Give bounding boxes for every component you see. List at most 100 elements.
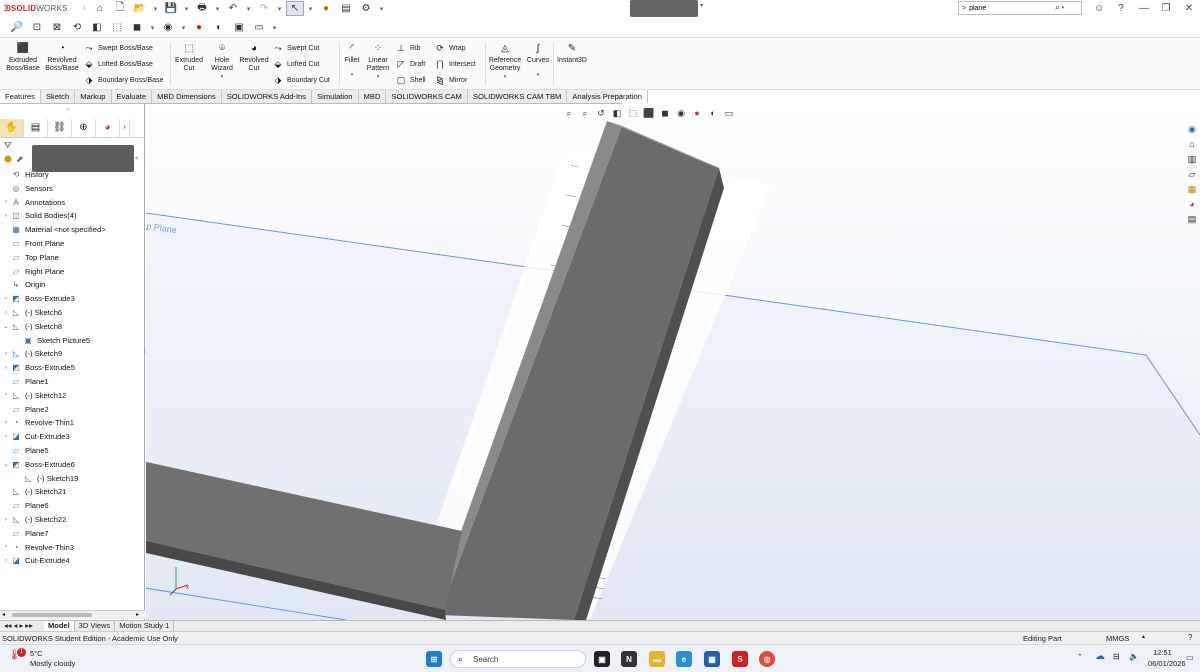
expand-icon[interactable]: › [2, 296, 10, 302]
units-dropdown-icon[interactable]: ▴ [1142, 633, 1145, 640]
tree-item[interactable]: › ◺ (-) Sketch22 [0, 513, 145, 526]
curves-dropdown-icon[interactable]: ▾ [537, 71, 540, 79]
chrome-browser-icon[interactable]: ◎ [759, 651, 775, 667]
tray-overflow-icon[interactable]: ⌃ [1077, 653, 1083, 661]
search-box[interactable]: > ⌕▾ [958, 1, 1082, 15]
tab-scroll-arrows[interactable]: ◂◂ ◂ ▸ ▸▸ [0, 621, 44, 631]
tab-analysis-preparation[interactable]: Analysis Preparation [567, 90, 649, 103]
tree-item[interactable]: ◺ (-) Sketch21 [0, 485, 145, 498]
reference-geometry-dropdown-icon[interactable]: ▾ [504, 73, 507, 81]
expand-icon[interactable]: › [2, 351, 10, 357]
tree-item[interactable]: ▱ Plane5 [0, 444, 145, 457]
tree-item[interactable]: ▣ Sketch Picture5 [0, 334, 145, 347]
expand-icon[interactable]: › [2, 213, 10, 219]
tab-simulation[interactable]: Simulation [312, 90, 359, 103]
undo-dropdown-icon[interactable]: ▾ [244, 1, 253, 16]
status-help-icon[interactable]: ? [1188, 633, 1192, 642]
tree-item[interactable]: › ◪ Cut-Extrude4 [0, 554, 145, 567]
tab-markup[interactable]: Markup [75, 90, 112, 103]
revolved-cut-button[interactable]: ◕ Revolved Cut [237, 43, 271, 73]
horizontal-scrollbar[interactable]: ◂ ▸ [0, 610, 145, 619]
lofted-boss-base-button[interactable]: ⬙ Lofted Boss/Base [83, 57, 153, 71]
options-gear-icon[interactable]: ⚙ [357, 1, 375, 16]
expand-icon[interactable]: › [2, 544, 10, 550]
tabs-scroll-icon[interactable]: › [120, 118, 130, 137]
tree-item[interactable]: ▱ Top Plane [0, 251, 145, 264]
section-view-icon[interactable]: ◧ [88, 20, 106, 35]
tree-item[interactable]: › A Annotations [0, 196, 145, 209]
view-palette-icon[interactable]: ▱ [1185, 167, 1199, 181]
curves-button[interactable]: ∫ Curves ▾ [525, 43, 551, 79]
search-icon[interactable]: ⌕ [1055, 3, 1059, 13]
open-icon[interactable]: 📂 [131, 1, 149, 16]
units-selector[interactable]: MMGS [1106, 634, 1129, 643]
linear-pattern-button[interactable]: ⁘ Linear Pattern ▾ [364, 43, 392, 81]
appearances-icon[interactable]: ▦ [1185, 182, 1199, 196]
options-dropdown-icon[interactable]: ▾ [377, 1, 386, 16]
new-document-icon[interactable]: 🗋 [111, 1, 129, 16]
scenes-icon[interactable]: ◕ [1185, 197, 1199, 211]
taskbar-search[interactable]: ⌕ Search [450, 650, 586, 668]
zoom-area-icon[interactable]: ⊠ [48, 20, 66, 35]
monitor-icon[interactable]: ▭ [250, 20, 268, 35]
graphics-area[interactable]: p Plane ⌕ ⌕ ↺ ◧ ⬚ ⬛ ◼ ◉ ● ◐ ▭ ◧ ◨ — ❐ ✕ … [146, 105, 1200, 620]
monitor-dropdown-icon[interactable]: ▾ [270, 20, 279, 35]
onedrive-icon[interactable]: ☁ [1095, 651, 1105, 662]
expand-icon[interactable]: › [2, 310, 10, 316]
search-input[interactable] [969, 4, 1050, 12]
custom-properties-icon[interactable]: ▤ [1185, 212, 1199, 226]
undo-icon[interactable]: ↶ [224, 1, 242, 16]
tree-item[interactable]: › ◔ Revolve-Thin3 [0, 541, 145, 554]
hide-show-dropdown-icon[interactable]: ▾ [179, 20, 188, 35]
tab-solidworks-cam-tbm[interactable]: SOLIDWORKS CAM TBM [468, 90, 568, 103]
scroll-right-icon[interactable]: ▸ [136, 611, 139, 618]
display-manager-tab-icon[interactable]: ◕ [96, 118, 120, 137]
property-manager-tab-icon[interactable]: ▤ [24, 118, 48, 137]
fillet-button[interactable]: ◜ Fillet ▾ [341, 43, 363, 79]
document-name-redacted[interactable] [630, 0, 698, 17]
tree-item[interactable]: ▱ Plane1 [0, 375, 145, 388]
instant3d-button[interactable]: ✎ Instant3D [555, 43, 589, 65]
boundary-boss-base-button[interactable]: ⬗ Boundary Boss/Base [83, 73, 164, 87]
expand-icon[interactable]: › [2, 558, 10, 564]
tree-item[interactable]: ◎ Sensors [0, 182, 145, 195]
zoom-to-area-icon[interactable]: ⌕ [578, 106, 592, 120]
dynamic-annotation-icon[interactable]: ⬚ [626, 106, 640, 120]
restore-icon[interactable]: ❐ [1157, 1, 1175, 16]
volume-icon[interactable]: 🔈 [1129, 652, 1139, 661]
tree-item[interactable]: › ◪ Cut-Extrude3 [0, 430, 145, 443]
apply-scene-icon[interactable]: ◐ [706, 106, 720, 120]
clock-time[interactable]: 12:51 [1153, 648, 1172, 657]
tab-mbd-dimensions[interactable]: MBD Dimensions [152, 90, 222, 103]
tree-item[interactable]: ▱ Plane2 [0, 403, 145, 416]
open-dropdown-icon[interactable]: ▾ [151, 1, 160, 16]
menu-expand-icon[interactable]: › [80, 1, 89, 16]
tree-item[interactable]: › ◺ (-) Sketch9 [0, 347, 145, 360]
tab-solidworks-add-ins[interactable]: SOLIDWORKS Add-Ins [222, 90, 313, 103]
expand-icon[interactable]: › [2, 517, 10, 523]
fillet-dropdown-icon[interactable]: ▾ [351, 71, 354, 79]
tree-item[interactable]: › ◩ Boss-Extrude3 [0, 292, 145, 305]
configuration-manager-tab-icon[interactable]: ⛓ [48, 118, 72, 137]
help-icon[interactable]: ? [1112, 1, 1130, 16]
tree-item[interactable]: › ◩ Boss-Extrude5 [0, 361, 145, 374]
lofted-cut-button[interactable]: ⬙ Lofted Cut [272, 57, 320, 71]
tree-item[interactable]: › ◺ (-) Sketch6 [0, 306, 145, 319]
file-explorer-icon[interactable]: ▥ [1185, 152, 1199, 166]
tab-features[interactable]: Features [0, 90, 41, 103]
hole-wizard-button[interactable]: ⌾ Hole Wizard ▾ [206, 43, 238, 81]
redo-dropdown-icon[interactable]: ▾ [275, 1, 284, 16]
feature-manager-tab-icon[interactable]: ✋ [0, 118, 24, 137]
document-name-dropdown-icon[interactable]: ▾ [700, 2, 703, 9]
store-icon[interactable]: ▦ [704, 651, 720, 667]
filter-icon[interactable]: ⛛ [4, 140, 12, 151]
solidworks-taskbar-icon[interactable]: S [732, 651, 748, 667]
intersect-button[interactable]: ⋂ Intersect [434, 57, 476, 71]
collapse-icon[interactable]: ⌄ [2, 323, 10, 330]
view-orientation-icon[interactable]: ⬚ [108, 20, 126, 35]
reference-geometry-button[interactable]: ◬ Reference Geometry ▾ [486, 43, 524, 81]
save-icon[interactable]: 💾 [162, 1, 180, 16]
hide-show-hud-icon[interactable]: ◉ [674, 106, 688, 120]
extruded-boss-base-button[interactable]: ⬛ Extruded Boss/Base [4, 43, 42, 73]
shell-button[interactable]: ▢ Shell [395, 73, 426, 87]
